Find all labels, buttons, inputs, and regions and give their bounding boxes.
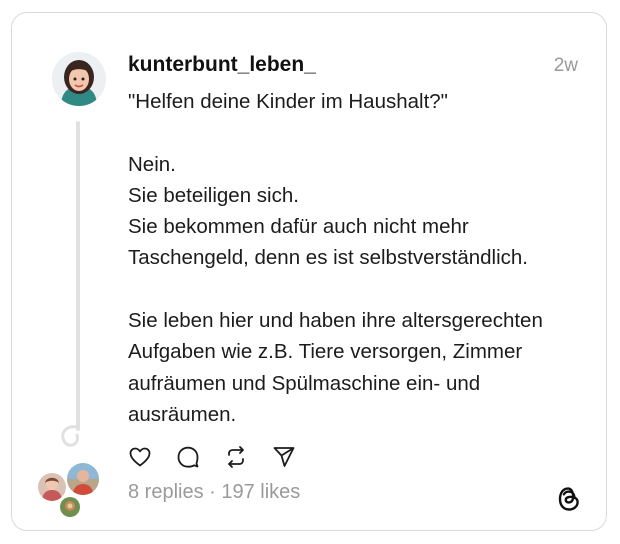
heart-icon (129, 447, 151, 467)
thread-connector-line (76, 121, 80, 431)
post-line: aufräumen und Spülmaschine ein- und (128, 371, 481, 395)
post-line: Aufgaben wie z.B. Tiere versorgen, Zimme… (128, 340, 523, 364)
post-card[interactable]: kunterbunt_leben_ 2w "Helfen deine Kinde… (11, 12, 607, 531)
post-line: "Helfen deine Kinder im Haushalt?" (128, 90, 448, 113)
author-avatar[interactable] (52, 52, 106, 106)
post-line: Nein. (128, 152, 176, 176)
replier-avatar[interactable] (65, 461, 101, 497)
replier-avatar[interactable] (58, 495, 82, 519)
share-button[interactable] (272, 445, 296, 469)
action-bar (128, 445, 320, 469)
post-line: Taschengeld, denn es ist selbstverständl… (128, 246, 528, 270)
thread-loop-icon (61, 425, 80, 447)
threads-logo-icon (558, 487, 579, 511)
threads-logo[interactable] (555, 485, 583, 513)
author-username[interactable]: kunterbunt_leben_ (128, 53, 316, 77)
post-line: Sie beteiligen sich. (128, 183, 299, 207)
comment-icon (177, 446, 199, 468)
post-timestamp[interactable]: 2w (554, 55, 578, 77)
send-icon (273, 447, 295, 467)
like-button[interactable] (128, 445, 152, 469)
repost-button[interactable] (224, 445, 248, 469)
post-line: Sie bekommen dafür auch nicht mehr (128, 215, 469, 239)
post-line: Sie leben hier und haben ihre altersgere… (128, 309, 543, 333)
post-body: "Helfen deine Kinder im Haushalt?" Nein.… (128, 86, 598, 430)
reply-button[interactable] (176, 445, 200, 469)
repost-icon (228, 446, 244, 468)
replies-likes-count[interactable]: 8 replies · 197 likes (128, 481, 300, 504)
post-line: ausräumen. (128, 402, 237, 426)
